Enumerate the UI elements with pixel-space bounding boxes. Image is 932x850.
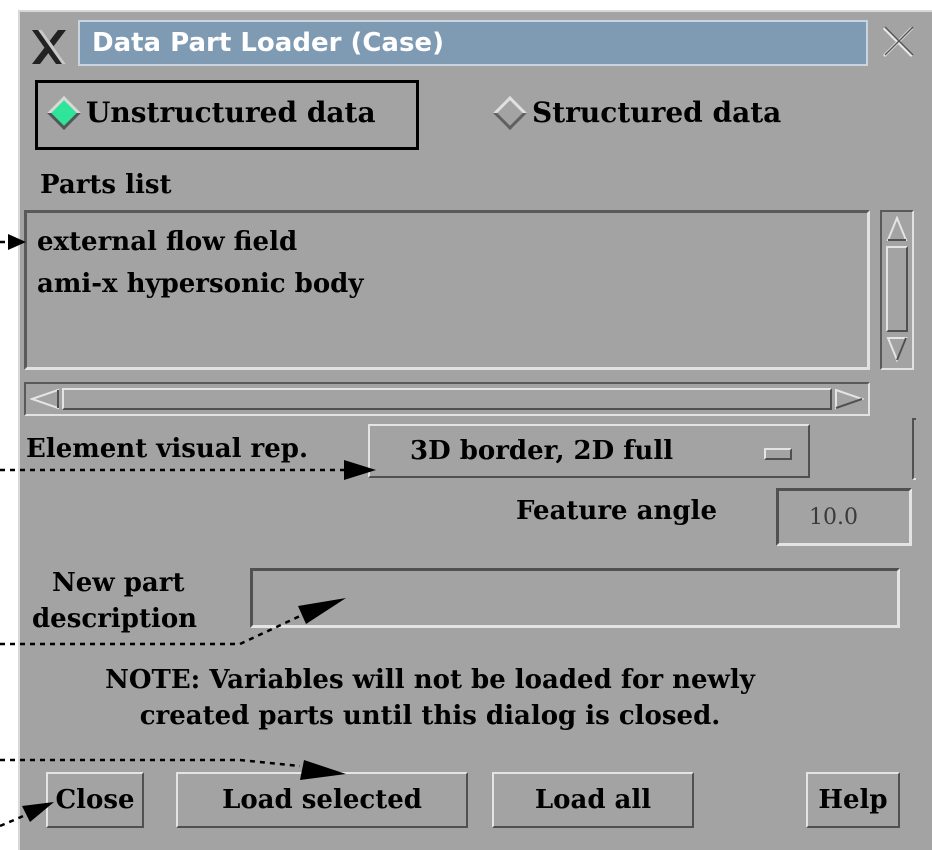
feature-angle-label: Feature angle <box>516 496 717 526</box>
list-item[interactable]: external flow field <box>37 227 297 257</box>
note-line-1: NOTE: Variables will not be loaded for n… <box>105 665 755 695</box>
parts-list[interactable]: external flow field ami-x hypersonic bod… <box>24 210 870 370</box>
radio-off-indicator <box>493 95 527 130</box>
radio-structured-data[interactable]: Structured data <box>493 95 782 130</box>
load-selected-button[interactable]: Load selected <box>176 772 468 828</box>
close-window-icon[interactable] <box>880 24 916 60</box>
visual-rep-label: Element visual rep. <box>26 434 309 464</box>
scroll-right-arrow-icon[interactable] <box>834 388 864 410</box>
feature-angle-field[interactable]: 10.0 <box>776 488 912 546</box>
title-field[interactable]: Data Part Loader (Case) <box>78 20 868 66</box>
new-part-description-field[interactable] <box>250 568 900 628</box>
visual-rep-menu-button[interactable]: 3D border, 2D full <box>368 424 810 478</box>
parts-list-label: Parts list <box>40 170 172 200</box>
feature-angle-value: 10.0 <box>809 505 858 530</box>
radio-on-indicator <box>47 95 81 130</box>
list-item[interactable]: ami-x hypersonic body <box>37 269 363 299</box>
visual-rep-value: 3D border, 2D full <box>410 436 674 466</box>
title-bar: Data Part Loader (Case) <box>20 14 924 70</box>
note-line-2: created parts until this dialog is close… <box>139 701 721 731</box>
vertical-scrollbar[interactable] <box>880 210 914 370</box>
option-menu-indicator-icon <box>764 448 792 460</box>
divider <box>912 418 916 480</box>
radio-structured-label: Structured data <box>532 96 782 129</box>
help-button[interactable]: Help <box>806 772 900 828</box>
note-text: NOTE: Variables will not be loaded for n… <box>20 662 840 734</box>
scroll-down-arrow-icon[interactable] <box>886 336 908 362</box>
horizontal-scrollbar[interactable] <box>24 382 870 416</box>
scroll-thumb[interactable] <box>62 388 832 410</box>
window-title: Data Part Loader (Case) <box>92 28 444 58</box>
new-part-label-line2: description <box>32 604 198 634</box>
scroll-left-arrow-icon[interactable] <box>30 388 60 410</box>
radio-unstructured-label: Unstructured data <box>86 96 376 129</box>
new-part-label-line1: New part <box>52 568 185 598</box>
scroll-thumb[interactable] <box>886 246 908 332</box>
x-window-logo-icon <box>32 30 66 64</box>
scroll-up-arrow-icon[interactable] <box>886 216 908 242</box>
radio-unstructured-data[interactable]: Unstructured data <box>47 95 376 130</box>
close-button[interactable]: Close <box>46 772 144 828</box>
load-all-button[interactable]: Load all <box>492 772 694 828</box>
